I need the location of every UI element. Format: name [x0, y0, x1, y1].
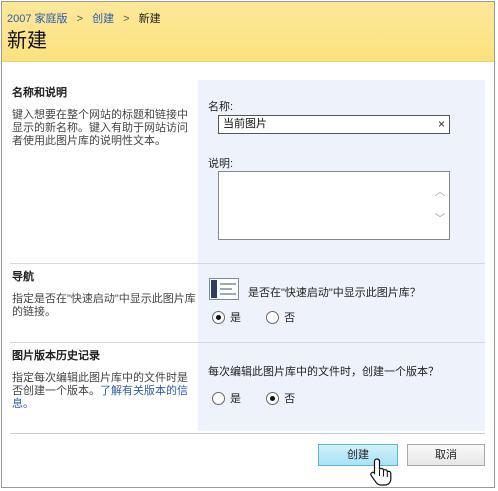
description-label: 说明: [208, 158, 234, 170]
radio-button[interactable] [212, 391, 225, 405]
section-fields: 名称: 当前图片 × 说明: ︿ ﹀ [198, 80, 485, 263]
scroll-down-icon[interactable]: ﹀ [433, 213, 447, 225]
option-label: 是 [230, 312, 241, 324]
cancel-button[interactable]: 取消 [407, 444, 485, 466]
option-label: 否 [284, 393, 296, 405]
section-description: 指定每次编辑此图片库中的文件时是否创建一个版本。了解有关版本的信息。 [12, 372, 196, 411]
quick-launch-options: 是 否 [212, 309, 309, 327]
clear-icon[interactable]: × [438, 118, 445, 131]
section-info: 图片版本历史记录 指定每次编辑此图片库中的文件时是否创建一个版本。了解有关版本的… [10, 343, 198, 431]
section-description: 键入想要在整个网站的标题和链接中显示的新名称。键入有助于网站访问者使用此图片库的… [12, 109, 188, 147]
radio-button[interactable] [266, 310, 280, 324]
dialog-frame: 2007 家庭版 > 创建 > 新建 新建 名称和说明 键入想要在整个网站的标题… [1, 1, 495, 488]
navigation-section: 导航 指定是否在"快速启动"中显示此图片库的链接。 是否在"快速启动"中显示此图… [10, 264, 485, 342]
quick-launch-question: 是否在"快速启动"中显示此图片库？ [248, 287, 421, 299]
version-history-section: 图片版本历史记录 指定每次编辑此图片库中的文件时是否创建一个版本。了解有关版本的… [10, 343, 485, 431]
breadcrumb-current: 新建 [138, 13, 161, 25]
scroll-up-icon[interactable]: ︿ [433, 186, 447, 198]
breadcrumb-separator: > [76, 13, 84, 25]
radio-button[interactable] [212, 310, 225, 324]
section-title: 图片版本历史记录 [12, 350, 100, 362]
breadcrumb-create-link[interactable]: 创建 [92, 13, 114, 25]
version-yes-option[interactable]: 是 [212, 390, 241, 406]
option-label: 否 [284, 312, 296, 324]
section-description: 指定是否在"快速启动"中显示此图片库的链接。 [12, 293, 196, 318]
section-info: 导航 指定是否在"快速启动"中显示此图片库的链接。 [10, 264, 198, 342]
section-title: 导航 [12, 271, 34, 283]
quick-launch-no-option[interactable]: 否 [266, 309, 295, 325]
version-no-option[interactable]: 否 [266, 390, 295, 406]
name-label: 名称: [208, 101, 234, 113]
name-description-section: 名称和说明 键入想要在整个网站的标题和链接中显示的新名称。键入有助于网站访问者使… [10, 80, 485, 263]
option-label: 是 [230, 393, 241, 405]
footer-divider [10, 433, 485, 434]
page-header: 2007 家庭版 > 创建 > 新建 新建 [2, 2, 494, 62]
section-title: 名称和说明 [12, 87, 67, 99]
section-fields: 是否在"快速启动"中显示此图片库？ 是 否 [198, 264, 485, 342]
quick-launch-yes-option[interactable]: 是 [212, 309, 241, 325]
quick-launch-icon [209, 278, 239, 300]
section-fields: 每次编辑此图片库中的文件时，创建一个版本？ 是 否 [198, 343, 485, 431]
page-title: 新建 [7, 30, 47, 52]
name-input[interactable]: 当前图片 × [218, 115, 450, 134]
radio-button[interactable] [266, 391, 280, 405]
hand-cursor-icon [370, 458, 392, 486]
breadcrumb-separator: > [123, 13, 130, 25]
version-options: 是 否 [212, 390, 309, 408]
version-question: 每次编辑此图片库中的文件时，创建一个版本？ [208, 366, 439, 378]
name-input-value: 当前图片 [223, 118, 267, 130]
description-textarea[interactable]: ︿ ﹀ [218, 171, 450, 240]
section-info: 名称和说明 键入想要在整个网站的标题和链接中显示的新名称。键入有助于网站访问者使… [10, 80, 198, 263]
